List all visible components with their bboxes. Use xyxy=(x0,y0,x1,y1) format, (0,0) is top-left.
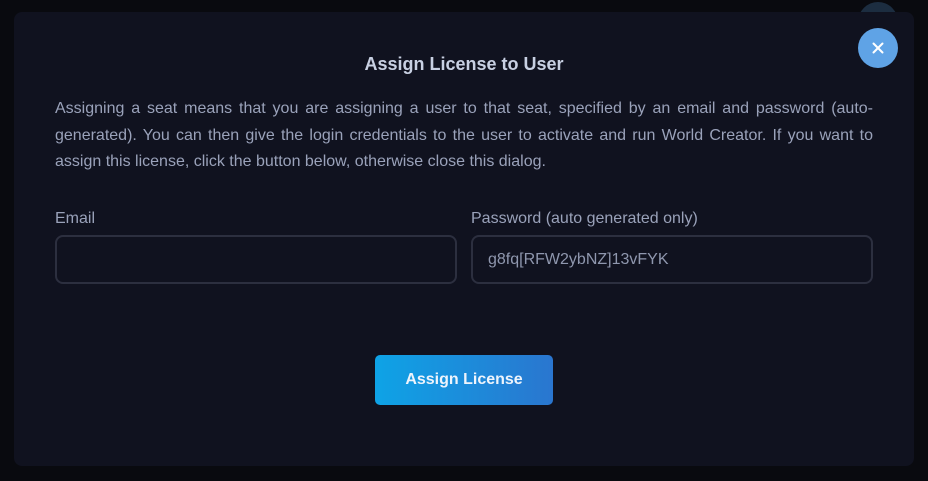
dialog-description: Assigning a seat means that you are assi… xyxy=(55,100,873,171)
password-field[interactable] xyxy=(471,235,873,284)
dialog-title: Assign License to User xyxy=(364,54,564,74)
assign-license-dialog: Assign License to User Assigning a seat … xyxy=(14,12,914,466)
password-label: Password (auto generated only) xyxy=(471,210,698,227)
email-label: Email xyxy=(55,210,96,227)
assign-license-button[interactable]: Assign License xyxy=(375,355,553,405)
email-field[interactable] xyxy=(55,235,457,284)
